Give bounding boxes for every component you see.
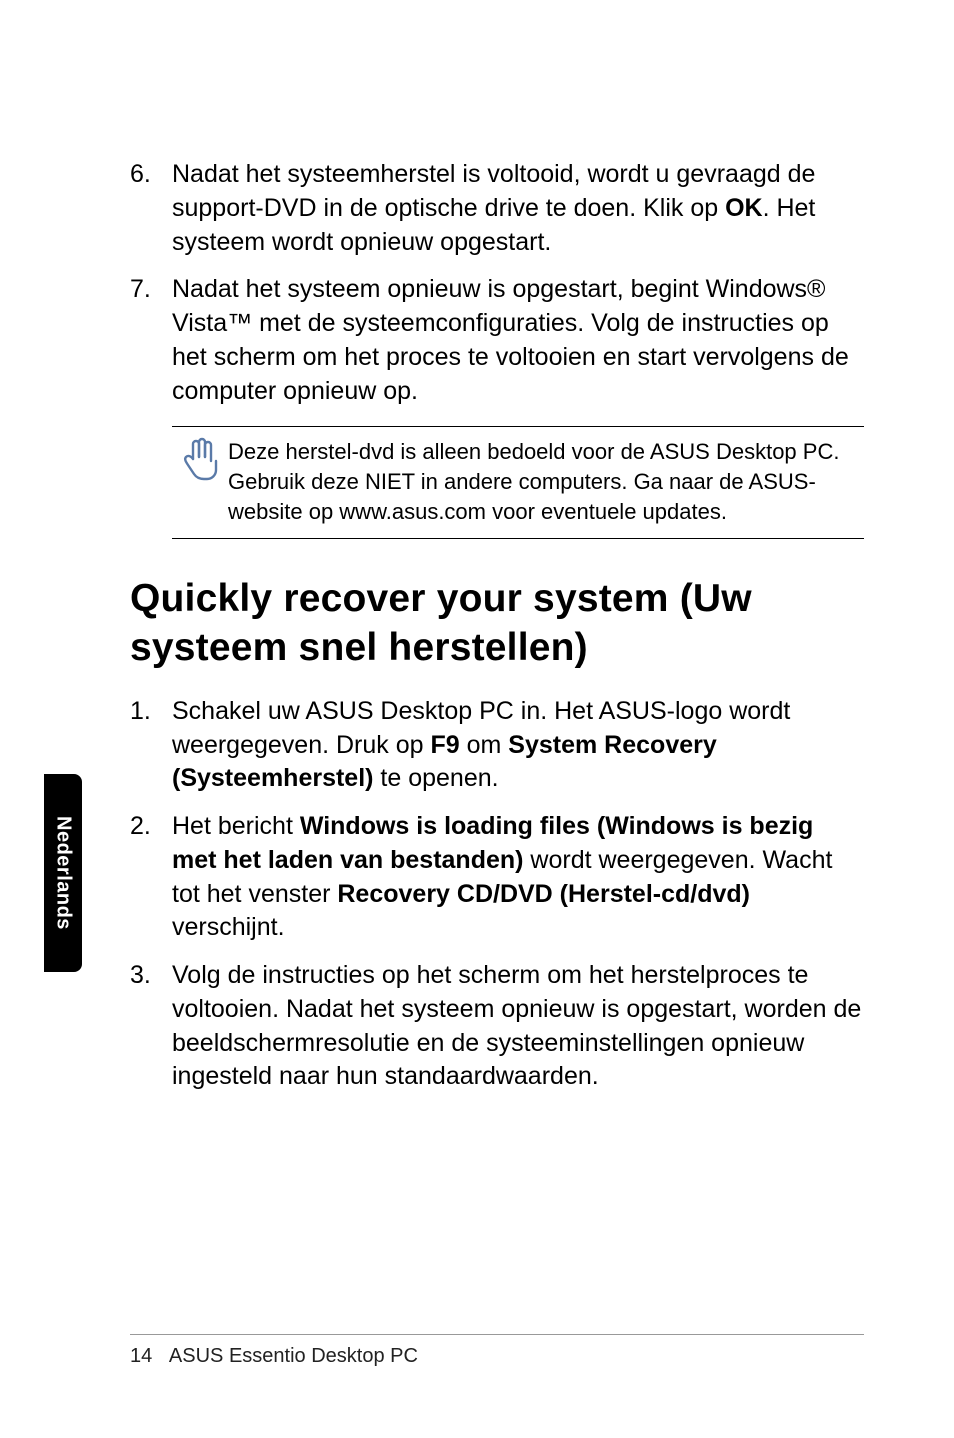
footer-title: ASUS Essentio Desktop PC — [169, 1345, 418, 1367]
list-item: 6.Nadat het systeemherstel is voltooid, … — [130, 158, 864, 259]
top-list: 6.Nadat het systeemherstel is voltooid, … — [130, 158, 864, 408]
main-list: 1.Schakel uw ASUS Desktop PC in. Het ASU… — [130, 695, 864, 1094]
language-label: Nederlands — [52, 816, 75, 930]
list-body: Schakel uw ASUS Desktop PC in. Het ASUS-… — [172, 695, 864, 796]
list-item: 7.Nadat het systeem opnieuw is opgestart… — [130, 273, 864, 408]
section-heading: Quickly recover your system (Uw systeem … — [130, 575, 864, 673]
document-page: 6.Nadat het systeemherstel is voltooid, … — [0, 0, 954, 1438]
list-item: 2.Het bericht Windows is loading files (… — [130, 810, 864, 945]
hand-icon — [172, 437, 228, 483]
list-number: 6. — [130, 158, 172, 259]
list-body: Nadat het systeemherstel is voltooid, wo… — [172, 158, 864, 259]
page-footer: 14 ASUS Essentio Desktop PC — [130, 1334, 864, 1368]
note-box: Deze herstel-dvd is alleen bedoeld voor … — [172, 426, 864, 539]
list-body: Het bericht Windows is loading files (Wi… — [172, 810, 864, 945]
language-side-tab: Nederlands — [44, 774, 82, 972]
list-item: 1.Schakel uw ASUS Desktop PC in. Het ASU… — [130, 695, 864, 796]
list-number: 3. — [130, 959, 172, 1094]
list-number: 2. — [130, 810, 172, 945]
list-number: 1. — [130, 695, 172, 796]
list-body: Volg de instructies op het scherm om het… — [172, 959, 864, 1094]
list-number: 7. — [130, 273, 172, 408]
list-body: Nadat het systeem opnieuw is opgestart, … — [172, 273, 864, 408]
note-text: Deze herstel-dvd is alleen bedoeld voor … — [228, 437, 864, 526]
page-number: 14 — [130, 1345, 152, 1367]
list-item: 3.Volg de instructies op het scherm om h… — [130, 959, 864, 1094]
